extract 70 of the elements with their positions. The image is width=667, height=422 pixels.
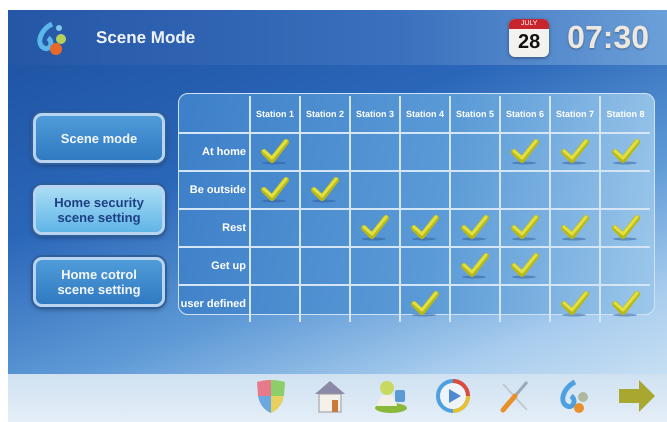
check-icon — [610, 138, 640, 166]
menu-button[interactable]: Scene mode — [33, 113, 165, 163]
scene-cell[interactable] — [500, 247, 550, 285]
column-header: Station 4 — [406, 109, 444, 119]
check-icon — [560, 214, 590, 242]
user-icon[interactable] — [373, 378, 409, 414]
clock-time: 07:30 — [567, 19, 649, 56]
menu-button[interactable]: Home security scene setting — [33, 185, 165, 235]
check-icon — [360, 214, 390, 242]
scene-cell[interactable] — [250, 171, 300, 209]
check-icon — [260, 138, 290, 166]
column-header: Station 8 — [606, 109, 644, 119]
scene-cell[interactable] — [300, 209, 350, 247]
shield-icon[interactable] — [255, 378, 287, 414]
row-label: Rest — [222, 223, 246, 233]
check-icon — [460, 252, 490, 280]
scene-cell[interactable] — [400, 133, 450, 171]
scene-cell[interactable] — [400, 209, 450, 247]
check-icon — [510, 138, 540, 166]
check-icon — [560, 290, 590, 318]
row-label: At home — [202, 147, 246, 157]
scene-cell[interactable] — [250, 247, 300, 285]
scene-cell[interactable] — [450, 247, 500, 285]
scene-cell[interactable] — [450, 171, 500, 209]
scene-cell[interactable] — [550, 133, 600, 171]
scene-cell[interactable] — [400, 247, 450, 285]
house-icon[interactable] — [313, 378, 347, 414]
arrow-right-icon[interactable] — [617, 378, 657, 414]
row-label: Get up — [211, 261, 246, 271]
check-icon — [260, 176, 290, 204]
scene-cell[interactable] — [300, 247, 350, 285]
column-header: Station 1 — [256, 109, 294, 119]
scene-cell[interactable] — [350, 247, 400, 285]
row-label: Be outside — [190, 185, 246, 195]
play-icon[interactable] — [435, 378, 471, 414]
scene-cell[interactable] — [350, 171, 400, 209]
check-icon — [410, 214, 440, 242]
scene-cell[interactable] — [500, 171, 550, 209]
check-icon — [610, 290, 640, 318]
scene-cell[interactable] — [500, 209, 550, 247]
row-label: user defined — [180, 299, 246, 309]
scene-cell[interactable] — [450, 133, 500, 171]
scene-cell[interactable] — [300, 171, 350, 209]
scene-cell[interactable] — [250, 209, 300, 247]
column-header: Station 7 — [556, 109, 594, 119]
scene-cell[interactable] — [300, 133, 350, 171]
scene-cell[interactable] — [400, 171, 450, 209]
check-icon — [510, 252, 540, 280]
column-header: Station 6 — [506, 109, 544, 119]
screen-title: Scene Mode — [96, 28, 196, 48]
check-icon — [560, 138, 590, 166]
check-icon — [410, 290, 440, 318]
menu-button[interactable]: Home cotrol scene setting — [33, 257, 165, 307]
check-icon — [610, 214, 640, 242]
scene-cell[interactable] — [250, 133, 300, 171]
scene-cell[interactable] — [600, 133, 650, 171]
scene-cell[interactable] — [550, 247, 600, 285]
check-icon — [310, 176, 340, 204]
calendar-day: 28 — [518, 28, 540, 54]
column-header: Station 3 — [356, 109, 394, 119]
scene-cell[interactable] — [350, 133, 400, 171]
scene-cell[interactable] — [550, 171, 600, 209]
scene-cell[interactable] — [450, 209, 500, 247]
check-icon — [460, 214, 490, 242]
column-header: Station 5 — [456, 109, 494, 119]
column-header: Station 2 — [306, 109, 344, 119]
scene-cell[interactable] — [350, 209, 400, 247]
scene-cell[interactable] — [550, 209, 600, 247]
check-icon — [510, 214, 540, 242]
scene-cell[interactable] — [500, 133, 550, 171]
